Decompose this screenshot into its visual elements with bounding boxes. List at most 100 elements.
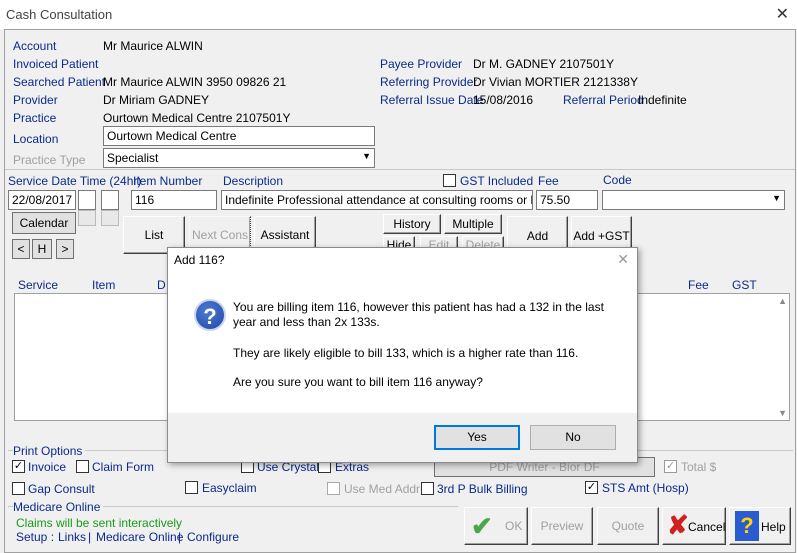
help-button[interactable]: ? Help — [729, 507, 791, 545]
gap-consult-label: Gap Consult — [28, 482, 95, 496]
medicare-status: Claims will be sent interactively — [16, 516, 183, 530]
fee-field[interactable]: 75.50 — [536, 190, 598, 210]
scroll-down-icon[interactable]: ▼ — [778, 408, 787, 418]
referral-period-value: Indefinite — [638, 93, 687, 107]
sts-amt-label: STS Amt (Hosp) — [602, 481, 689, 495]
multiple-button[interactable]: Multiple — [444, 214, 502, 234]
divider — [5, 169, 795, 170]
item-number-field[interactable]: 116 — [131, 190, 217, 210]
easyclaim-label: Easyclaim — [202, 481, 257, 495]
history-button[interactable]: History — [383, 214, 441, 234]
claim-form-label: Claim Form — [92, 460, 154, 474]
service-date-field[interactable]: 22/08/2017 — [8, 190, 76, 210]
referral-period-label: Referral Period — [563, 93, 644, 107]
easyclaim-checkbox[interactable] — [185, 481, 198, 494]
medicare-setup-label: Setup : — [16, 530, 55, 544]
invoice-checkbox[interactable]: ✓ — [12, 460, 25, 473]
gap-consult-checkbox[interactable] — [12, 482, 25, 495]
col-item: Item — [92, 278, 116, 292]
no-button[interactable]: No — [530, 425, 616, 450]
time-spin-2[interactable] — [101, 210, 119, 226]
dropdown-arrow-icon[interactable]: ▼ — [362, 151, 371, 161]
use-med-addr-label: Use Med Addr — [344, 482, 421, 496]
col-gst: GST — [732, 278, 757, 292]
yes-button[interactable]: Yes — [434, 425, 520, 450]
help-label: Help — [761, 520, 786, 534]
preview-button[interactable]: Preview — [531, 507, 593, 545]
referral-issue-value: 15/08/2016 — [473, 93, 534, 107]
provider-value: Dr Miriam GADNEY — [103, 93, 210, 107]
service-date-label: Service Date Time (24hr) — [8, 174, 142, 188]
practice-value: Ourtown Medical Centre 2107501Y — [103, 111, 291, 125]
dialog-message-2: They are likely eligible to bill 133, wh… — [233, 346, 579, 360]
practice-type-label: Practice Type — [13, 153, 86, 167]
referring-value: Dr Vivian MORTIER 2121338Y — [473, 75, 638, 89]
invoiced-label: Invoiced Patient — [13, 57, 99, 71]
invoice-label: Invoice — [28, 460, 67, 474]
window-title: Cash Consultation — [6, 7, 113, 22]
medicare-title: Medicare Online — [13, 500, 104, 514]
help-icon: ? — [735, 511, 759, 541]
description-field[interactable]: Indefinite Professional attendance at co… — [221, 190, 533, 210]
configure-link[interactable]: Configure — [187, 530, 239, 544]
dialog-message-3: Are you sure you want to bill item 116 a… — [233, 375, 483, 389]
description-label: Description — [223, 174, 284, 188]
separator: | — [88, 530, 92, 544]
account-label: Account — [13, 39, 57, 53]
claim-form-checkbox[interactable] — [76, 460, 89, 473]
third-p-label: 3rd P Bulk Billing — [437, 482, 528, 496]
provider-label: Provider — [13, 93, 58, 107]
practice-label: Practice — [13, 111, 57, 125]
referring-label: Referring Provider — [380, 75, 478, 89]
col-service: Service — [18, 278, 59, 292]
cancel-button[interactable]: ✘ Cancel — [662, 507, 726, 545]
ok-button[interactable]: ✔ OK — [464, 507, 528, 545]
cancel-x-icon: ✘ — [667, 510, 689, 540]
gst-included-checkbox[interactable] — [443, 174, 456, 187]
dialog-title: Add 116? — [174, 253, 225, 267]
confirm-dialog: Add 116? ✕ ? You are billing item 116, h… — [167, 247, 638, 463]
service-time-hour[interactable] — [78, 190, 96, 210]
practice-type-select[interactable]: Specialist ▼ — [103, 148, 375, 168]
ok-label: OK — [505, 519, 523, 533]
medicare-online-link[interactable]: Medicare Online — [96, 530, 183, 544]
links-link[interactable]: Links — [58, 530, 86, 544]
dialog-message-1b: year and less than 2x 133s. — [233, 315, 380, 329]
total-checkbox[interactable]: ✓ — [664, 460, 677, 473]
code-select[interactable]: ▼ — [602, 190, 785, 210]
use-med-addr-checkbox[interactable] — [327, 482, 340, 495]
gst-included-label: GST Included — [460, 174, 534, 188]
cancel-label: Cancel — [688, 520, 726, 534]
searched-label: Searched Patient — [13, 75, 106, 89]
calendar-button[interactable]: Calendar — [12, 212, 76, 234]
fee-label: Fee — [538, 174, 559, 188]
total-label: Total $ — [681, 460, 717, 474]
account-value: Mr Maurice ALWIN — [103, 39, 203, 53]
close-icon[interactable]: ✕ — [617, 251, 629, 268]
practice-type-value: Specialist — [107, 151, 159, 165]
scroll-up-icon[interactable]: ▲ — [778, 296, 787, 306]
searched-value: Mr Maurice ALWIN 3950 09826 21 — [103, 75, 287, 89]
close-icon[interactable]: ✕ — [776, 4, 789, 24]
quote-button[interactable]: Quote — [597, 507, 659, 545]
dialog-message-1a: You are billing item 116, however this p… — [233, 300, 604, 314]
print-options-title: Print Options — [13, 444, 86, 458]
location-field[interactable]: Ourtown Medical Centre — [103, 126, 375, 146]
prev-date-button[interactable]: < — [12, 239, 30, 259]
third-p-checkbox[interactable] — [421, 482, 434, 495]
next-date-button[interactable]: > — [56, 239, 74, 259]
h-button[interactable]: H — [32, 239, 52, 259]
col-fee: Fee — [688, 278, 709, 292]
time-spin[interactable] — [78, 210, 96, 226]
location-label: Location — [13, 132, 59, 146]
check-icon: ✔ — [471, 511, 493, 541]
referral-issue-label: Referral Issue Date — [380, 93, 484, 107]
title-bar: Cash Consultation ✕ — [0, 0, 797, 29]
sts-amt-checkbox[interactable]: ✓ — [585, 481, 598, 494]
dropdown-arrow-icon[interactable]: ▼ — [772, 193, 781, 203]
payee-value: Dr M. GADNEY 2107501Y — [473, 57, 615, 71]
service-time-min[interactable] — [101, 190, 119, 210]
payee-label: Payee Provider — [380, 57, 463, 71]
question-icon: ? — [194, 299, 226, 331]
code-label: Code — [603, 173, 632, 187]
